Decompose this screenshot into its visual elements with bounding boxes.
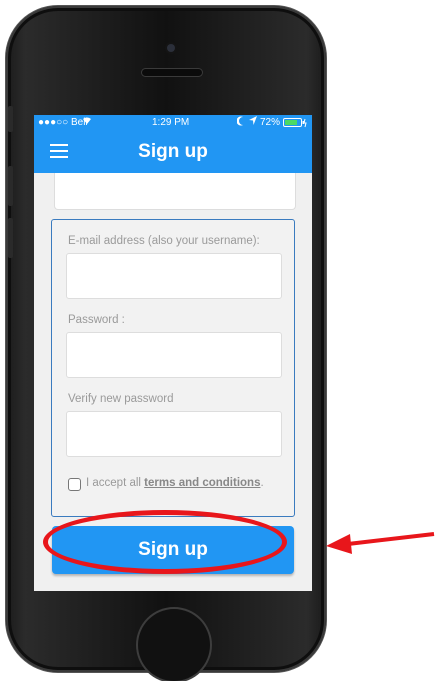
terms-suffix: . [260, 477, 264, 489]
battery-percent: 72% [260, 117, 281, 128]
page-title: Sign up [138, 141, 208, 162]
password-label: Password : [68, 314, 125, 326]
email-field[interactable] [66, 253, 282, 299]
verify-password-field[interactable] [66, 411, 282, 457]
terms-text: I accept all terms and conditions. [86, 475, 276, 492]
previous-input-field[interactable] [54, 173, 296, 210]
highlight-ellipse [43, 510, 287, 574]
clock: 1:29 PM [152, 117, 190, 128]
volume-up-button [8, 166, 13, 206]
wifi-icon [82, 116, 92, 128]
password-field[interactable] [66, 332, 282, 378]
volume-down-button [8, 218, 13, 258]
verify-password-label: Verify new password [68, 393, 174, 405]
app-header: Sign up [34, 131, 312, 173]
location-arrow-icon [249, 116, 257, 128]
signup-form: E-mail address (also your username): Pas… [51, 219, 295, 517]
terms-prefix: I accept all [86, 477, 145, 489]
home-button[interactable] [138, 609, 210, 681]
moon-icon [236, 116, 245, 129]
accept-terms-checkbox[interactable] [68, 478, 81, 491]
terms-link[interactable]: terms and conditions [144, 477, 260, 489]
status-bar: ●●●○○ Bell 1:29 PM 72% [34, 115, 312, 131]
earpiece-speaker [142, 69, 202, 76]
battery-icon [283, 118, 307, 131]
front-camera [167, 44, 175, 52]
email-label: E-mail address (also your username): [68, 235, 260, 247]
mute-switch [8, 106, 13, 132]
red-arrow-icon [326, 532, 435, 554]
carrier-label: ●●●○○ Bell [38, 117, 88, 128]
